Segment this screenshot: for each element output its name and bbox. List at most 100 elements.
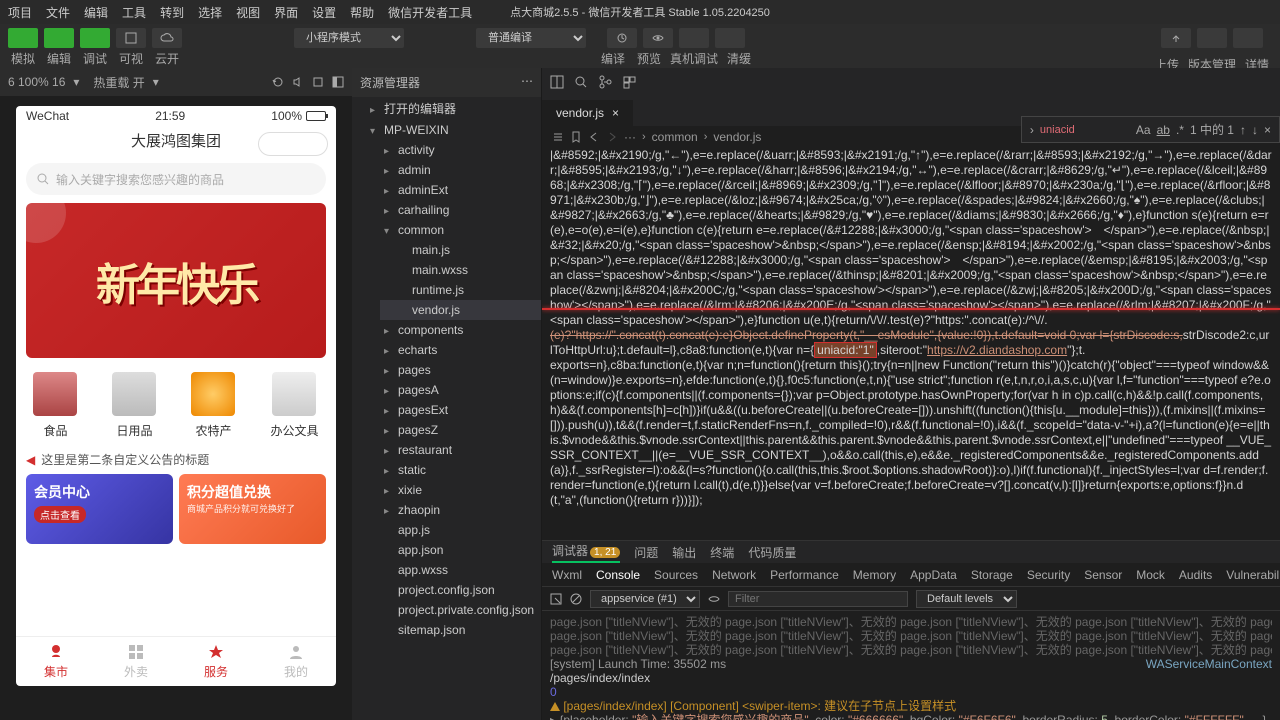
menu-devtools[interactable]: 微信开发者工具: [388, 4, 472, 21]
levels-select[interactable]: Default levels: [916, 590, 1017, 608]
detail-button[interactable]: [1233, 28, 1263, 48]
folder-zhaopin[interactable]: zhaopin: [366, 500, 541, 520]
folder-components[interactable]: components: [366, 320, 541, 340]
file-mainwxss[interactable]: main.wxss: [380, 260, 541, 280]
folder-carhailing[interactable]: carhailing: [366, 200, 541, 220]
explorer-menu-icon[interactable]: ⋯: [521, 74, 533, 91]
tab-profile[interactable]: 我的: [256, 637, 336, 686]
file-runtimejs[interactable]: runtime.js: [380, 280, 541, 300]
file-appjs[interactable]: app.js: [366, 520, 541, 540]
bookmark-icon[interactable]: [570, 131, 582, 143]
file-projprivate[interactable]: project.private.config.json: [366, 600, 541, 620]
git-icon[interactable]: [598, 75, 612, 89]
clear-console-icon[interactable]: [570, 593, 582, 605]
debugger-toggle[interactable]: [80, 28, 110, 48]
file-sitemap[interactable]: sitemap.json: [366, 620, 541, 640]
mute-icon[interactable]: [292, 76, 304, 88]
file-projconfig[interactable]: project.config.json: [366, 580, 541, 600]
search-expand-icon[interactable]: ›: [1030, 123, 1034, 137]
remote-debug-button[interactable]: [679, 28, 709, 48]
regex-icon[interactable]: .*: [1176, 123, 1184, 137]
rotate-icon[interactable]: [272, 76, 284, 88]
devtab-wxml[interactable]: Wxml: [552, 568, 582, 582]
mode-select[interactable]: 小程序模式: [294, 28, 404, 48]
log-source[interactable]: WAServiceMainContext: [1146, 657, 1272, 671]
dock-icon[interactable]: [332, 76, 344, 88]
list-icon[interactable]: [552, 131, 564, 143]
tab-quality[interactable]: 代码质量: [748, 544, 796, 561]
menu-goto[interactable]: 转到: [160, 4, 184, 21]
context-select[interactable]: appservice (#1): [590, 590, 700, 608]
folder-pages[interactable]: pages: [366, 360, 541, 380]
tab-market[interactable]: 集市: [16, 637, 96, 686]
search-input[interactable]: 输入关键字搜索您感兴趣的商品: [26, 163, 326, 195]
file-vendorjs[interactable]: vendor.js: [380, 300, 541, 320]
devtab-sensor[interactable]: Sensor: [1084, 568, 1122, 582]
editor-tab-vendor[interactable]: vendor.js×: [542, 100, 633, 126]
cloud-dev-toggle[interactable]: [152, 28, 182, 48]
folder-pagesz[interactable]: pagesZ: [366, 420, 541, 440]
tab-delivery[interactable]: 外卖: [96, 637, 176, 686]
menu-tool[interactable]: 工具: [122, 4, 146, 21]
preview-button[interactable]: [643, 28, 673, 48]
file-appjson[interactable]: app.json: [366, 540, 541, 560]
ext-icon[interactable]: [622, 75, 636, 89]
prev-match-icon[interactable]: ↑: [1240, 123, 1246, 137]
cat-office[interactable]: 办公文具: [270, 372, 318, 439]
file-appwxss[interactable]: app.wxss: [366, 560, 541, 580]
devtab-vuln[interactable]: Vulnerability: [1226, 568, 1280, 582]
tab-service[interactable]: 服务: [176, 637, 256, 686]
banner[interactable]: 新年快乐: [26, 203, 326, 358]
menu-view[interactable]: 视图: [236, 4, 260, 21]
search-input-editor[interactable]: [1040, 124, 1130, 136]
compile-button[interactable]: [607, 28, 637, 48]
folder-pagesa[interactable]: pagesA: [366, 380, 541, 400]
folder-pagesext[interactable]: pagesExt: [366, 400, 541, 420]
promo-member[interactable]: 会员中心点击查看: [26, 474, 173, 544]
filter-input[interactable]: [728, 591, 908, 607]
menu-help[interactable]: 帮助: [350, 4, 374, 21]
close-tab-icon[interactable]: ×: [612, 106, 619, 120]
simulator-toggle[interactable]: [8, 28, 38, 48]
match-case-icon[interactable]: Aa: [1136, 123, 1151, 137]
cat-local[interactable]: 农特产: [191, 372, 235, 439]
folder-common[interactable]: common: [366, 220, 541, 240]
match-word-icon[interactable]: ab: [1157, 123, 1170, 137]
devtab-audits[interactable]: Audits: [1179, 568, 1212, 582]
log-object[interactable]: ▸ {placeholder: "输入关键字搜索您感兴趣的商品", color:…: [550, 713, 1272, 720]
devtab-memory[interactable]: Memory: [853, 568, 896, 582]
editor-toggle[interactable]: [44, 28, 74, 48]
folder-static[interactable]: static: [366, 460, 541, 480]
clear-cache-button[interactable]: [715, 28, 745, 48]
menu-file[interactable]: 文件: [46, 4, 70, 21]
devtab-network[interactable]: Network: [712, 568, 756, 582]
cat-food[interactable]: 食品: [33, 372, 77, 439]
hot-reload-label[interactable]: 热重载 开: [93, 74, 144, 91]
compile-select[interactable]: 普通编译: [476, 28, 586, 48]
folder-adminext[interactable]: adminExt: [366, 180, 541, 200]
open-editors-group[interactable]: 打开的编辑器: [352, 97, 541, 120]
devtab-console[interactable]: Console: [596, 568, 640, 582]
cat-daily[interactable]: 日用品: [112, 372, 156, 439]
cut-icon[interactable]: [312, 76, 324, 88]
back-icon[interactable]: [588, 131, 600, 143]
menu-edit[interactable]: 编辑: [84, 4, 108, 21]
visualize-toggle[interactable]: [116, 28, 146, 48]
menu-ui[interactable]: 界面: [274, 4, 298, 21]
devtab-storage[interactable]: Storage: [971, 568, 1013, 582]
tab-output[interactable]: 输出: [672, 544, 696, 561]
tab-terminal[interactable]: 终端: [710, 544, 734, 561]
console-output[interactable]: page.json ["titleNView"]、无效的 page.json […: [542, 611, 1280, 720]
folder-restaurant[interactable]: restaurant: [366, 440, 541, 460]
menu-select[interactable]: 选择: [198, 4, 222, 21]
upload-button[interactable]: [1161, 28, 1191, 48]
close-search-icon[interactable]: ×: [1264, 123, 1271, 137]
promo-points[interactable]: 积分超值兑换商城产品积分就可兑换好了: [179, 474, 326, 544]
folder-admin[interactable]: admin: [366, 160, 541, 180]
devtab-mock[interactable]: Mock: [1136, 568, 1165, 582]
menu-settings[interactable]: 设置: [312, 4, 336, 21]
split-icon[interactable]: [550, 75, 564, 89]
devtab-appdata[interactable]: AppData: [910, 568, 957, 582]
project-root[interactable]: MP-WEIXIN: [352, 120, 541, 140]
next-match-icon[interactable]: ↓: [1252, 123, 1258, 137]
